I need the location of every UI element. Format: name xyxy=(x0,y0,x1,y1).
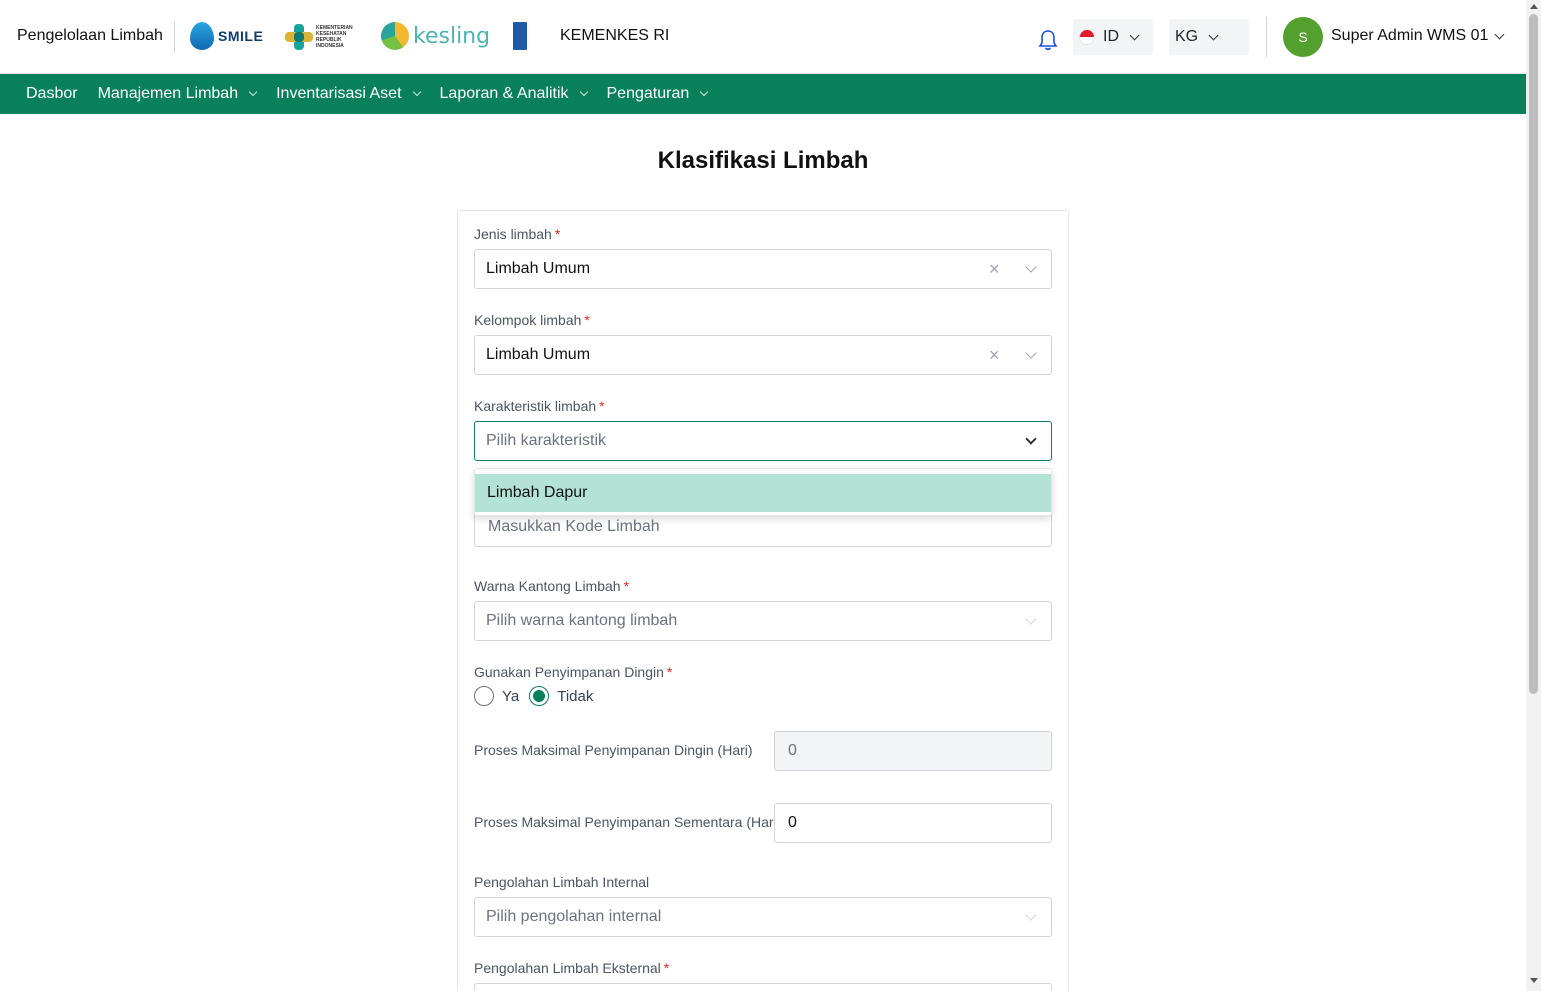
page-title: Klasifikasi Limbah xyxy=(657,147,869,174)
kelompok-limbah-select[interactable]: Limbah Umum × xyxy=(474,335,1052,375)
chevron-down-icon[interactable] xyxy=(1025,433,1037,445)
user-menu-chevron-icon[interactable] xyxy=(1494,29,1505,40)
dropdown-option[interactable]: Limbah Dapur xyxy=(475,474,1051,512)
karakteristik-placeholder: Pilih karakteristik xyxy=(486,432,607,449)
pengolahan-internal-label: Pengolahan Limbah Internal xyxy=(474,874,650,890)
kelompok-limbah-label: Kelompok limbah * xyxy=(474,312,590,328)
nav-item-manajemen-limbah[interactable]: Manajemen Limbah xyxy=(98,85,258,103)
kemenkes-logo: KEMENTERIAN KESEHATAN REPUBLIK INDONESIA xyxy=(285,24,353,50)
language-value: ID xyxy=(1103,28,1119,45)
nav-item-pengaturan[interactable]: Pengaturan xyxy=(607,85,709,103)
penyimpanan-dingin-label: Gunakan Penyimpanan Dingin * xyxy=(474,664,673,680)
page-scrollbar[interactable] xyxy=(1526,0,1541,991)
radio-tidak-label[interactable]: Tidak xyxy=(557,688,593,705)
language-selector[interactable]: ID xyxy=(1073,19,1153,55)
notification-bell-icon[interactable] xyxy=(1038,29,1058,51)
karakteristik-dropdown-menu: Limbah Dapur xyxy=(474,468,1052,516)
header-divider xyxy=(174,22,175,52)
radio-ya-label[interactable]: Ya xyxy=(502,688,519,705)
chevron-down-icon[interactable] xyxy=(1025,909,1037,921)
karakteristik-limbah-select[interactable]: Pilih karakteristik xyxy=(474,421,1052,461)
chevron-down-icon xyxy=(1129,30,1140,40)
undp-logo xyxy=(513,22,527,50)
unit-value: KG xyxy=(1175,28,1199,45)
app-name: Pengelolaan Limbah xyxy=(17,27,163,44)
avatar[interactable]: S xyxy=(1283,17,1323,57)
clear-icon[interactable]: × xyxy=(989,346,1003,364)
proses-dingin-input[interactable]: 0 xyxy=(774,731,1052,771)
warna-kantong-label: Warna Kantong Limbah * xyxy=(474,578,630,594)
radio-ya[interactable] xyxy=(474,686,494,706)
user-name[interactable]: Super Admin WMS 01 xyxy=(1331,27,1488,45)
jenis-limbah-select[interactable]: Limbah Umum × xyxy=(474,249,1052,289)
proses-sementara-label: Proses Maksimal Penyimpanan Sementara (H… xyxy=(474,814,782,830)
jenis-limbah-label: Jenis limbah * xyxy=(474,226,561,242)
penyimpanan-dingin-radio-group: Ya Tidak xyxy=(474,686,603,706)
unit-selector[interactable]: KG xyxy=(1169,19,1249,55)
kesling-logo: kesling xyxy=(381,22,490,50)
chevron-down-icon[interactable] xyxy=(1025,347,1037,359)
proses-dingin-label: Proses Maksimal Penyimpanan Dingin (Hari… xyxy=(474,742,753,758)
clear-icon[interactable]: × xyxy=(989,260,1003,278)
smile-logo: SMILE xyxy=(190,22,263,50)
warna-kantong-select[interactable]: Pilih warna kantong limbah xyxy=(474,601,1052,641)
jenis-limbah-value: Limbah Umum xyxy=(486,260,591,277)
organization-name: KEMENKES RI xyxy=(560,27,670,44)
chevron-down-icon[interactable] xyxy=(1025,261,1037,273)
nav-item-laporan-analitik[interactable]: Laporan & Analitik xyxy=(440,85,588,103)
scroll-thumb[interactable] xyxy=(1529,14,1538,694)
nav-item-inventarisasi-aset[interactable]: Inventarisasi Aset xyxy=(276,85,421,103)
proses-sementara-input[interactable]: 0 xyxy=(774,803,1052,843)
chevron-down-icon[interactable] xyxy=(1025,613,1037,625)
pengolahan-eksternal-label: Pengolahan Limbah Eksternal * xyxy=(474,960,670,976)
chevron-down-icon xyxy=(579,87,588,97)
radio-tidak[interactable] xyxy=(529,686,550,706)
nav-item-dasbor[interactable]: Dasbor xyxy=(26,85,78,103)
chevron-down-icon xyxy=(248,87,258,97)
main-navigation: Dasbor Manajemen Limbah Inventarisasi As… xyxy=(0,74,1526,114)
scroll-down-arrow-icon[interactable] xyxy=(1530,978,1538,983)
indonesia-flag-icon xyxy=(1079,29,1095,45)
scroll-up-arrow-icon[interactable] xyxy=(1530,4,1538,9)
chevron-down-icon xyxy=(699,87,709,97)
header-divider xyxy=(1266,17,1267,57)
chevron-down-icon xyxy=(412,87,421,97)
top-header: Pengelolaan Limbah SMILE KEMENTERIAN KES… xyxy=(0,0,1526,74)
chevron-down-icon xyxy=(1208,30,1219,40)
kelompok-limbah-value: Limbah Umum xyxy=(486,346,591,363)
karakteristik-limbah-label: Karakteristik limbah * xyxy=(474,398,605,414)
pengolahan-eksternal-select[interactable] xyxy=(474,983,1052,991)
pengolahan-internal-select[interactable]: Pilih pengolahan internal xyxy=(474,897,1052,937)
